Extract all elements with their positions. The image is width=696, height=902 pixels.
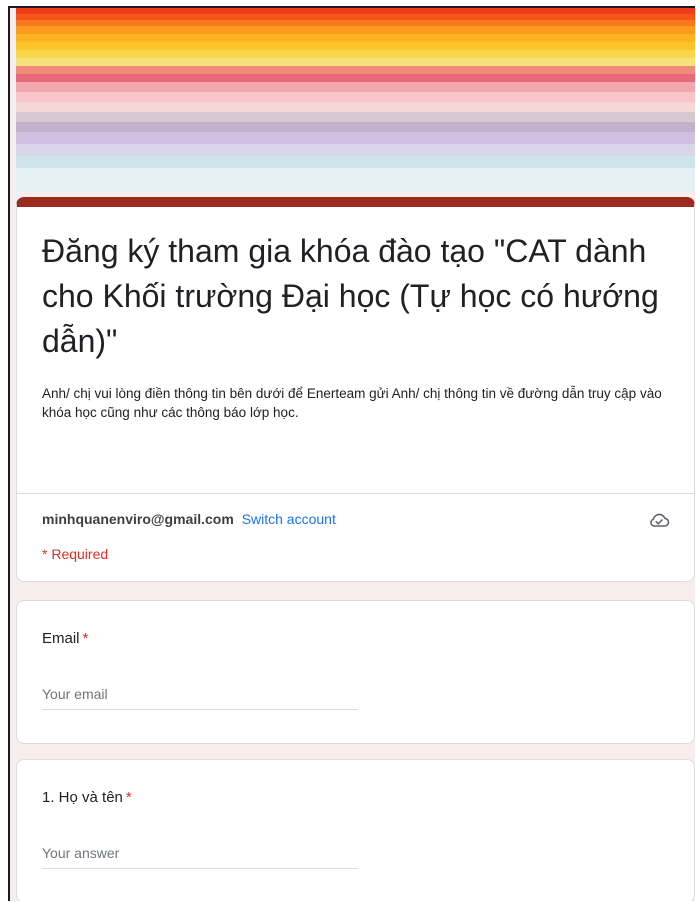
question-card-full-name: 1. Họ và tên *: [16, 759, 695, 901]
form-page: Đăng ký tham gia khóa đào tạo "CAT dành …: [8, 6, 695, 901]
header-banner-image: [16, 8, 695, 192]
full-name-input[interactable]: [42, 838, 358, 869]
cloud-check-icon: [648, 511, 670, 529]
question-label-text: 1. Họ và tên: [42, 789, 123, 806]
question-label-text: Email: [42, 630, 80, 647]
switch-account-link[interactable]: Switch account: [242, 511, 336, 527]
required-asterisk: *: [82, 630, 89, 647]
required-asterisk: *: [125, 789, 132, 806]
account-row: minhquanenviro@gmail.com Switch account: [42, 511, 336, 527]
question-card-email: Email *: [16, 600, 695, 744]
email-input[interactable]: [42, 679, 358, 710]
account-email: minhquanenviro@gmail.com: [42, 511, 234, 527]
question-label: 1. Họ và tên *: [42, 789, 132, 806]
form-description: Anh/ chị vui lòng điền thông tin bên dướ…: [42, 386, 662, 420]
question-label: Email *: [42, 630, 88, 647]
form-header-card: Đăng ký tham gia khóa đào tạo "CAT dành …: [16, 197, 695, 582]
form-title: Đăng ký tham gia khóa đào tạo "CAT dành …: [42, 233, 659, 359]
required-note: * Required: [42, 546, 109, 562]
divider: [17, 493, 694, 494]
